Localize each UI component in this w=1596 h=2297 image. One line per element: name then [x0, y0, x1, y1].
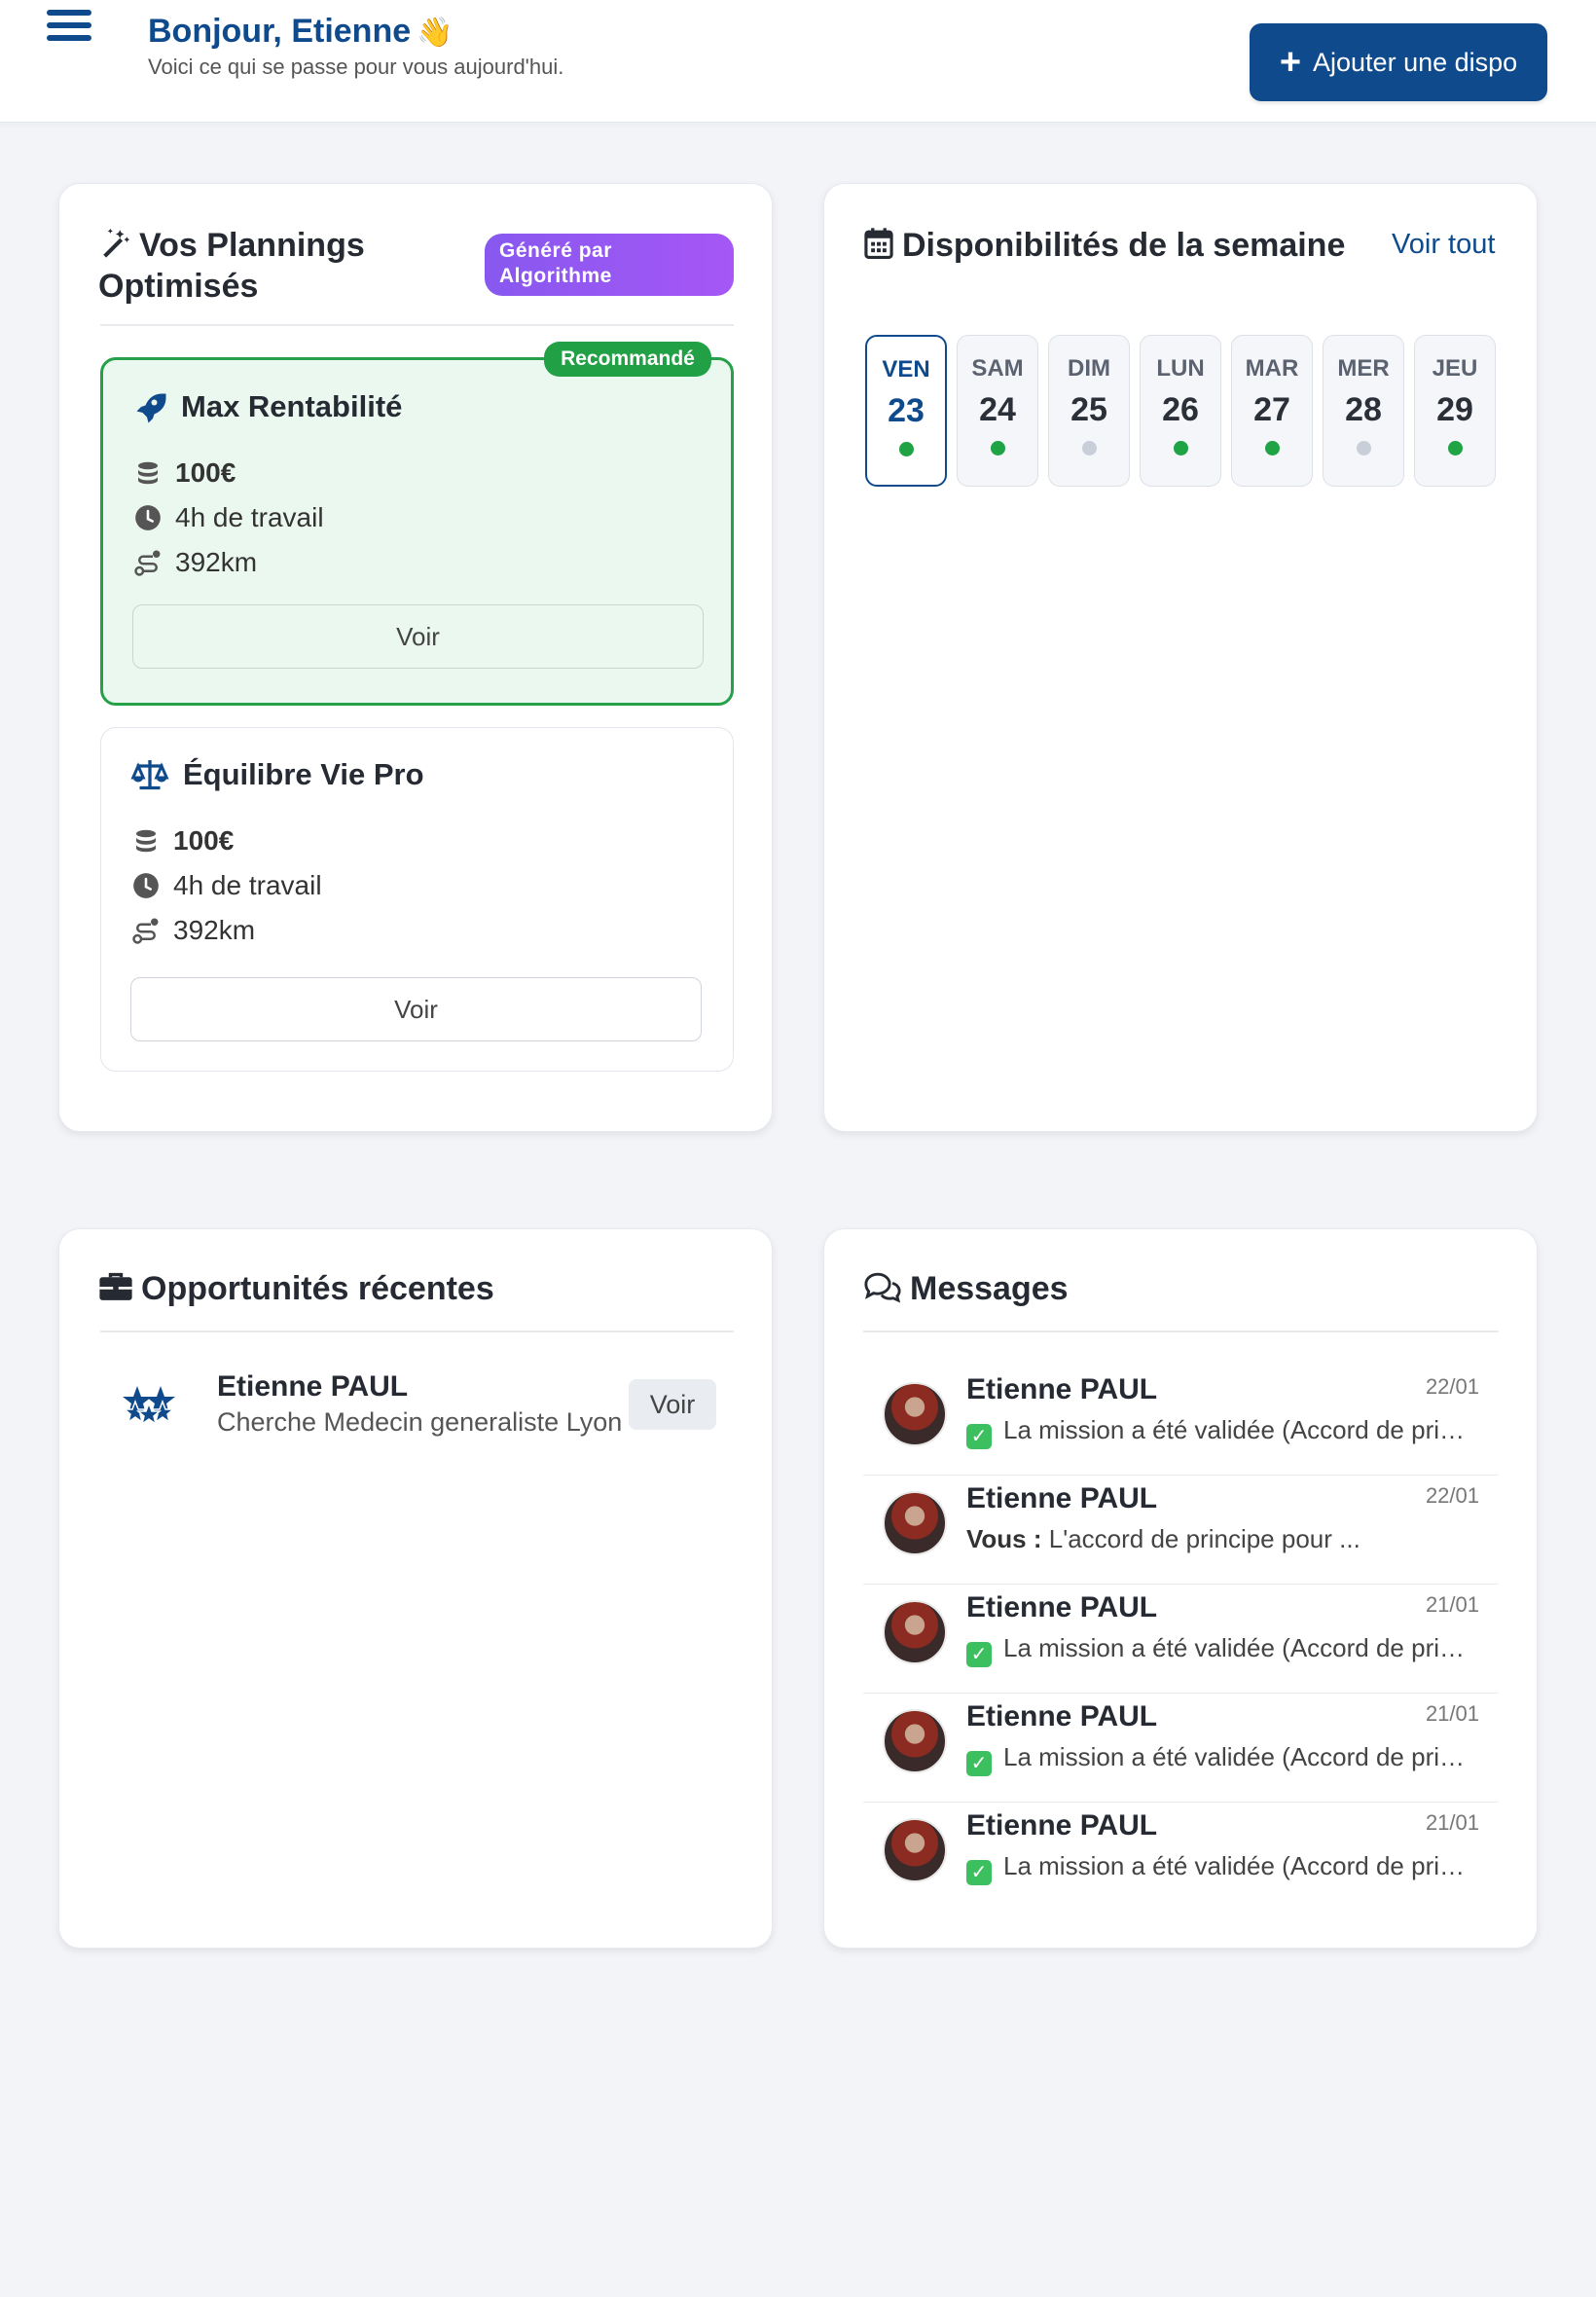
coins-icon [130, 825, 162, 857]
stars-icon [122, 1386, 176, 1426]
avatar [883, 1709, 947, 1773]
add-availability-label: Ajouter une dispo [1313, 47, 1518, 77]
recent-opportunities-card: Opportunités récentes Etienne PAUL Cherc… [58, 1228, 773, 1949]
chat-bubbles-icon [864, 1272, 901, 1303]
message-sender: Etienne PAUL [966, 1373, 1158, 1405]
route-icon [130, 915, 162, 946]
top-bar: Bonjour, Etienne 👋 Voici ce qui se passe … [0, 0, 1596, 123]
message-sender: Etienne PAUL [966, 1591, 1158, 1623]
algorithm-generated-badge: Généré par Algorithme [485, 234, 734, 296]
availability-title: Disponibilités de la semaine [863, 225, 1345, 266]
greeting-subtitle: Voici ce qui se passe pour vous aujourd'… [148, 55, 564, 79]
message-preview: ✓ La mission a été validée (Accord de pri… [966, 1633, 1477, 1667]
coins-icon [132, 457, 163, 489]
view-opportunity-button[interactable]: Voir [629, 1379, 716, 1430]
weekly-availability-card: Disponibilités de la semaine Voir tout V… [823, 183, 1538, 1132]
opportunities-title: Opportunités récentes [98, 1268, 494, 1309]
message-sender: Etienne PAUL [966, 1809, 1158, 1841]
plan-equilibre-vie-pro: Équilibre Vie Pro 100€ 4h de travail 392… [100, 727, 734, 1072]
calendar-icon [864, 228, 893, 259]
availability-dot [1447, 441, 1463, 456]
message-sender: Etienne PAUL [966, 1700, 1158, 1732]
plan-amount: 100€ [130, 825, 234, 857]
plan-name: Max Rentabilité [181, 389, 403, 423]
greeting: Bonjour, Etienne 👋 Voici ce qui se passe … [148, 10, 563, 80]
check-icon: ✓ [966, 1860, 992, 1885]
availability-dot [898, 442, 914, 456]
plan-header: Max Rentabilité [132, 389, 402, 424]
greeting-title: Bonjour, Etienne 👋 [148, 13, 453, 50]
availability-dot [990, 441, 1005, 456]
message-date: 21/01 [1425, 1701, 1479, 1726]
message-date: 21/01 [1425, 1810, 1479, 1835]
day-fri-23[interactable]: VEN 23 [865, 335, 947, 487]
plan-hours: 4h de travail [130, 870, 322, 901]
message-sender: Etienne PAUL [966, 1482, 1158, 1514]
plan-max-rentabilite: Recommandé Max Rentabilité 100€ 4h de tr… [100, 342, 734, 706]
divider [863, 1331, 1499, 1332]
message-date: 21/01 [1425, 1592, 1479, 1617]
avatar [883, 1818, 947, 1882]
hamburger-menu-icon[interactable] [47, 10, 91, 45]
message-item[interactable]: Etienne PAUL 22/01 Vous : L'accord de pr… [863, 1476, 1499, 1585]
optimized-plannings-card: Vos Plannings Optimisés Généré par Algorit… [58, 183, 773, 1132]
avatar [883, 1382, 947, 1446]
check-icon: ✓ [966, 1642, 992, 1667]
magic-wand-icon [103, 228, 130, 258]
message-preview: ✓ La mission a été validée (Accord de pri… [966, 1415, 1477, 1449]
message-preview: Vous : L'accord de principe pour ... [966, 1524, 1360, 1553]
day-sun-25[interactable]: DIM 25 [1048, 335, 1130, 487]
opportunity-name: Etienne PAUL [217, 1370, 409, 1403]
plan-amount: 100€ [132, 457, 236, 489]
availability-dot [1356, 441, 1371, 456]
rocket-icon [136, 393, 166, 423]
check-icon: ✓ [966, 1751, 992, 1776]
plus-icon: + [1279, 42, 1302, 83]
availability-dot [1173, 441, 1188, 456]
clock-icon [130, 870, 162, 901]
avatar [883, 1491, 947, 1555]
divider [100, 1331, 734, 1332]
plannings-title: Vos Plannings Optimisés [98, 227, 365, 305]
opportunity-item[interactable]: Etienne PAUL Cherche Medecin generaliste… [100, 1370, 734, 1468]
opportunity-description: Cherche Medecin generaliste Lyon [217, 1407, 623, 1437]
day-tue-27[interactable]: MAR 27 [1231, 335, 1313, 487]
plan-header: Équilibre Vie Pro [130, 757, 424, 792]
route-icon [132, 547, 163, 578]
recommended-badge: Recommandé [544, 342, 711, 377]
day-wed-28[interactable]: MER 28 [1323, 335, 1404, 487]
availability-dot [1264, 441, 1280, 456]
message-preview: ✓ La mission a été validée (Accord de pri… [966, 1851, 1477, 1885]
waving-hand-icon: 👋 [417, 17, 453, 49]
plan-distance: 392km [132, 547, 257, 578]
message-item[interactable]: Etienne PAUL 22/01 ✓ La mission a été val… [863, 1367, 1499, 1476]
message-preview: ✓ La mission a été validée (Accord de pri… [966, 1742, 1477, 1776]
clock-icon [132, 502, 163, 533]
day-thu-29[interactable]: JEU 29 [1414, 335, 1496, 487]
message-item[interactable]: Etienne PAUL 21/01 ✓ La mission a été val… [863, 1694, 1499, 1803]
availability-dot [1081, 441, 1097, 456]
check-icon: ✓ [966, 1424, 992, 1449]
see-all-link[interactable]: Voir tout [1392, 229, 1495, 261]
avatar [883, 1600, 947, 1664]
messages-card: Messages Etienne PAUL 22/01 ✓ La mission … [823, 1228, 1538, 1949]
divider [100, 324, 734, 326]
plan-hours: 4h de travail [132, 502, 324, 533]
view-plan-button[interactable]: Voir [132, 604, 704, 669]
messages-title: Messages [863, 1268, 1069, 1309]
view-plan-button[interactable]: Voir [130, 977, 702, 1041]
plan-name: Équilibre Vie Pro [183, 757, 424, 791]
message-item[interactable]: Etienne PAUL 21/01 ✓ La mission a été val… [863, 1803, 1499, 1912]
day-sat-24[interactable]: SAM 24 [957, 335, 1038, 487]
add-availability-button[interactable]: + Ajouter une dispo [1250, 23, 1547, 101]
balance-scale-icon [130, 760, 169, 790]
message-item[interactable]: Etienne PAUL 21/01 ✓ La mission a été val… [863, 1585, 1499, 1694]
message-date: 22/01 [1425, 1483, 1479, 1508]
day-mon-26[interactable]: LUN 26 [1140, 335, 1221, 487]
plan-distance: 392km [130, 915, 255, 946]
message-date: 22/01 [1425, 1374, 1479, 1399]
briefcase-icon [99, 1272, 132, 1300]
